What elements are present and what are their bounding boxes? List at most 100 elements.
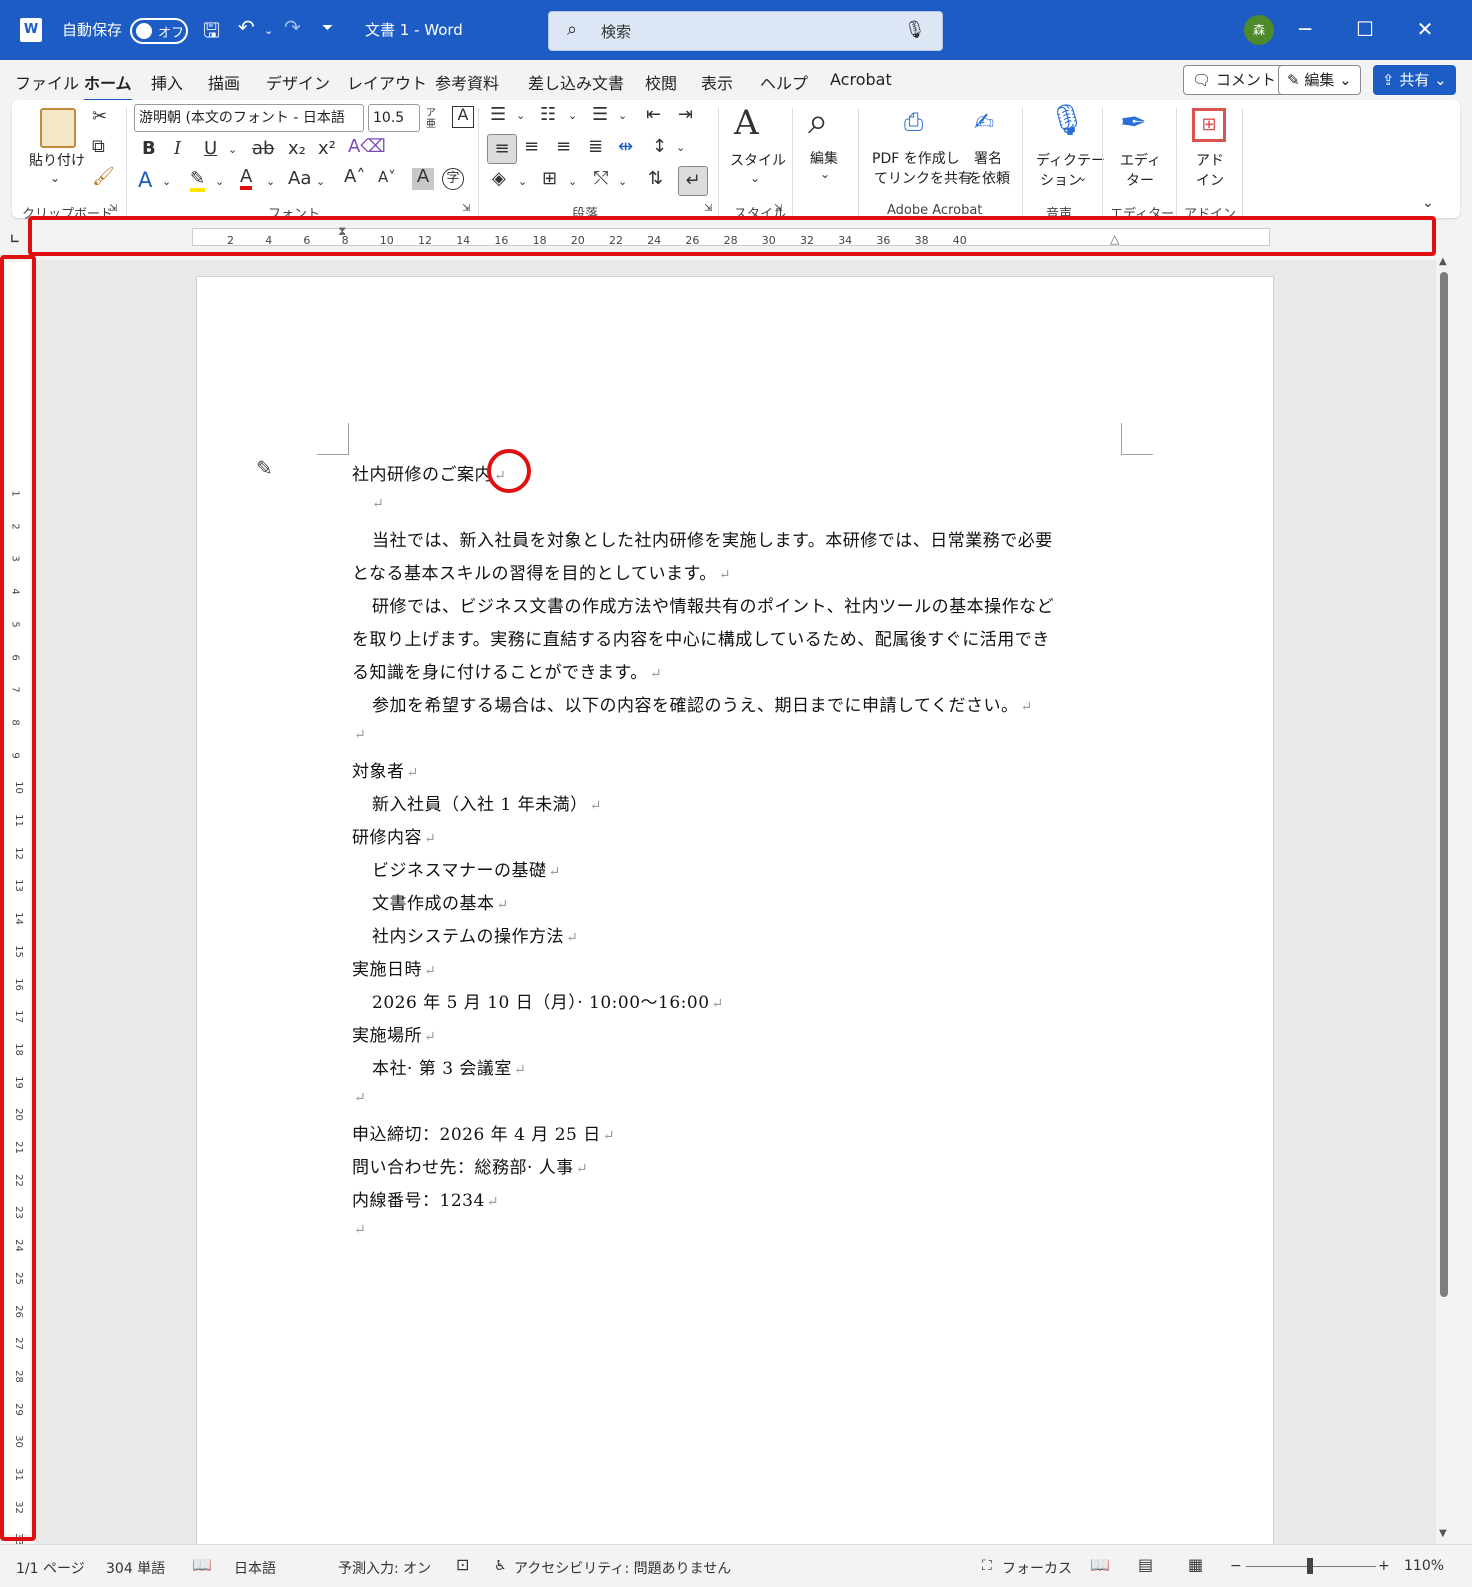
borders-dropdown-icon[interactable]: ⌄ <box>568 176 577 187</box>
character-shading-icon[interactable]: A <box>412 168 434 190</box>
tab-view[interactable]: 表示 <box>701 70 733 94</box>
zoom-out-icon[interactable]: − <box>1230 1558 1242 1574</box>
tab-draw[interactable]: 描画 <box>208 70 240 94</box>
print-layout-icon[interactable]: ▤ <box>1138 1555 1153 1574</box>
body-line[interactable]: となる基本スキルの習得を目的としています。 ↵ <box>352 559 731 584</box>
request-signature-icon[interactable]: ✍ <box>974 110 994 134</box>
vertical-scrollbar[interactable]: ▲ ▼ <box>1438 256 1452 1544</box>
accessibility-icon[interactable]: ♿ <box>494 1558 507 1574</box>
distributed-icon[interactable]: ⇹ <box>618 138 633 156</box>
paste-dropdown-icon[interactable]: ⌄ <box>50 172 60 184</box>
zoom-level[interactable]: 110% <box>1404 1558 1444 1574</box>
dialog-launcher-icon[interactable]: ⇲ <box>704 204 712 214</box>
tab-layout[interactable]: レイアウト <box>347 70 427 94</box>
list-item[interactable]: 社内システムの操作方法 ↵ <box>372 922 578 947</box>
addin-label-2[interactable]: イン <box>1196 170 1224 190</box>
paste-label[interactable]: 貼り付け <box>29 150 85 170</box>
multilevel-list-icon[interactable]: ☰ <box>592 106 608 124</box>
horizontal-ruler[interactable]: 2 4 6 8 10 12 14 16 18 20 22 24 26 28 30 32 34 36 38 40 ⧗ △ <box>36 224 1434 252</box>
highlight-icon[interactable]: ✎ <box>190 170 206 192</box>
avatar[interactable]: 森 <box>1244 15 1274 45</box>
collapse-ribbon-icon[interactable]: ⌄ <box>1422 196 1434 210</box>
increase-indent-icon[interactable]: ⇥ <box>678 106 693 124</box>
italic-icon[interactable]: I <box>174 140 181 158</box>
cut-icon[interactable]: ✂ <box>92 108 107 126</box>
font-size-select[interactable]: 10.5 <box>368 104 420 132</box>
scroll-up-icon[interactable]: ▲ <box>1439 256 1447 267</box>
tab-selector-icon[interactable]: ∟ <box>10 232 20 246</box>
format-painter-icon[interactable]: 🖌 <box>92 168 115 186</box>
dictation-label-1[interactable]: ディクテー <box>1036 150 1105 170</box>
text-direction-icon[interactable]: ⤲ <box>594 170 608 188</box>
dictate-icon[interactable]: 🎙 <box>1048 106 1086 136</box>
extension-line[interactable]: 内線番号：1234 ↵ <box>352 1186 499 1211</box>
tab-review[interactable]: 校閲 <box>645 70 677 94</box>
undo-icon[interactable]: ↶ <box>238 15 255 39</box>
predictive-text[interactable]: 予測入力: オン <box>338 1558 431 1578</box>
numbering-icon[interactable]: ☷ <box>540 106 556 124</box>
empty-paragraph[interactable]: ↵ <box>352 1087 366 1107</box>
change-case-icon[interactable]: Aa <box>288 170 311 188</box>
dictation-label-2[interactable]: ション <box>1040 170 1082 190</box>
dialog-launcher-icon[interactable]: ⇲ <box>462 204 470 214</box>
underline-dropdown-icon[interactable]: ⌄ <box>228 144 237 155</box>
tab-file[interactable]: ファイル <box>15 70 79 94</box>
tab-references[interactable]: 参考資料 <box>435 70 499 94</box>
bullets-icon[interactable]: ☰ <box>490 106 506 124</box>
tab-help[interactable]: ヘルプ <box>760 70 808 94</box>
subscript-icon[interactable]: x₂ <box>288 140 306 158</box>
highlight-dropdown-icon[interactable]: ⌄ <box>215 176 224 187</box>
editing-dropdown-icon[interactable]: ⌄ <box>820 168 830 180</box>
decrease-indent-icon[interactable]: ⇤ <box>646 106 661 124</box>
editor-icon[interactable]: ✒ <box>1120 106 1147 138</box>
create-pdf-label-1[interactable]: PDF を作成し <box>872 148 960 168</box>
minimize-icon[interactable]: ─ <box>1290 14 1320 44</box>
zoom-in-icon[interactable]: + <box>1378 1558 1390 1574</box>
sign-label-2[interactable]: を依頼 <box>968 168 1010 188</box>
tab-home[interactable]: ホーム <box>84 70 132 102</box>
body-line[interactable]: る知識を身に付けることができます。 ↵ <box>352 658 662 683</box>
focus-icon[interactable]: ⛶ <box>982 1558 992 1574</box>
body-line[interactable]: を取り上げます。実務に直結する内容を中心に構成しているため、配属後すぐに活用でき <box>352 625 1050 650</box>
redo-icon[interactable]: ↷ <box>284 15 301 39</box>
customize-qat-icon[interactable]: ⏷ <box>322 20 333 36</box>
list-item[interactable]: 文書作成の基本 ↵ <box>372 889 509 914</box>
tab-mailings[interactable]: 差し込み文書 <box>528 70 624 94</box>
tab-acrobat[interactable]: Acrobat <box>830 70 892 89</box>
web-layout-icon[interactable]: ▦ <box>1188 1555 1203 1574</box>
align-right-icon[interactable]: ≡ <box>556 138 571 156</box>
body-line[interactable]: 研修では、ビジネス文書の作成方法や情報共有のポイント、社内ツールの基本操作など <box>372 592 1054 617</box>
add-ins-icon[interactable]: ⊞ <box>1192 108 1226 142</box>
empty-paragraph[interactable]: ↵ <box>352 1219 366 1239</box>
section-heading[interactable]: 実施日時 ↵ <box>352 955 436 980</box>
create-pdf-icon[interactable]: ⎙ <box>904 110 923 134</box>
sort-icon[interactable]: ⇅ <box>648 170 663 188</box>
editing-label[interactable]: 編集 <box>810 148 838 168</box>
save-icon[interactable]: 🖫 <box>203 16 220 50</box>
addin-label-1[interactable]: アド <box>1196 150 1224 170</box>
document-area[interactable]: ✎ <box>36 260 1436 1566</box>
underline-icon[interactable]: U <box>204 140 217 158</box>
vertical-ruler[interactable]: 1 2 3 4 5 6 7 8 9 10 11 12 13 14 15 16 17 18 19 20 21 22 23 24 2… <box>6 262 30 1546</box>
font-color-dropdown-icon[interactable]: ⌄ <box>266 176 275 187</box>
shrink-font-icon[interactable]: A˅ <box>378 170 396 185</box>
text-effects-dropdown-icon[interactable]: ⌄ <box>162 176 171 187</box>
right-indent-marker-icon[interactable]: △ <box>1110 232 1119 246</box>
shading-icon[interactable]: ◈ <box>492 170 506 188</box>
maximize-icon[interactable]: ☐ <box>1350 14 1380 44</box>
sign-label-1[interactable]: 署名 <box>974 148 1002 168</box>
search-box[interactable]: ⌕ 検索 🎙 <box>548 11 943 51</box>
doc-title[interactable]: 社内研修のご案内 ↵ <box>352 460 506 485</box>
editor-label-2[interactable]: ター <box>1126 170 1154 190</box>
show-marks-icon[interactable]: ↵ <box>678 166 708 196</box>
clear-formatting-icon[interactable]: A⌫ <box>348 138 386 156</box>
multilevel-dropdown-icon[interactable]: ⌄ <box>618 110 627 121</box>
dialog-launcher-icon[interactable]: ⇲ <box>109 204 117 214</box>
close-icon[interactable]: ✕ <box>1410 14 1440 44</box>
body-line[interactable]: 当社では、新入社員を対象とした社内研修を実施します。本研修では、日常業務で必要 <box>372 526 1053 551</box>
comment-button[interactable]: 🗨 コメント <box>1183 65 1285 95</box>
styles-label[interactable]: スタイル <box>730 150 786 170</box>
microphone-icon[interactable]: 🎙 <box>904 20 926 40</box>
list-item[interactable]: ビジネスマナーの基礎 ↵ <box>372 856 561 881</box>
bullets-dropdown-icon[interactable]: ⌄ <box>516 110 525 121</box>
